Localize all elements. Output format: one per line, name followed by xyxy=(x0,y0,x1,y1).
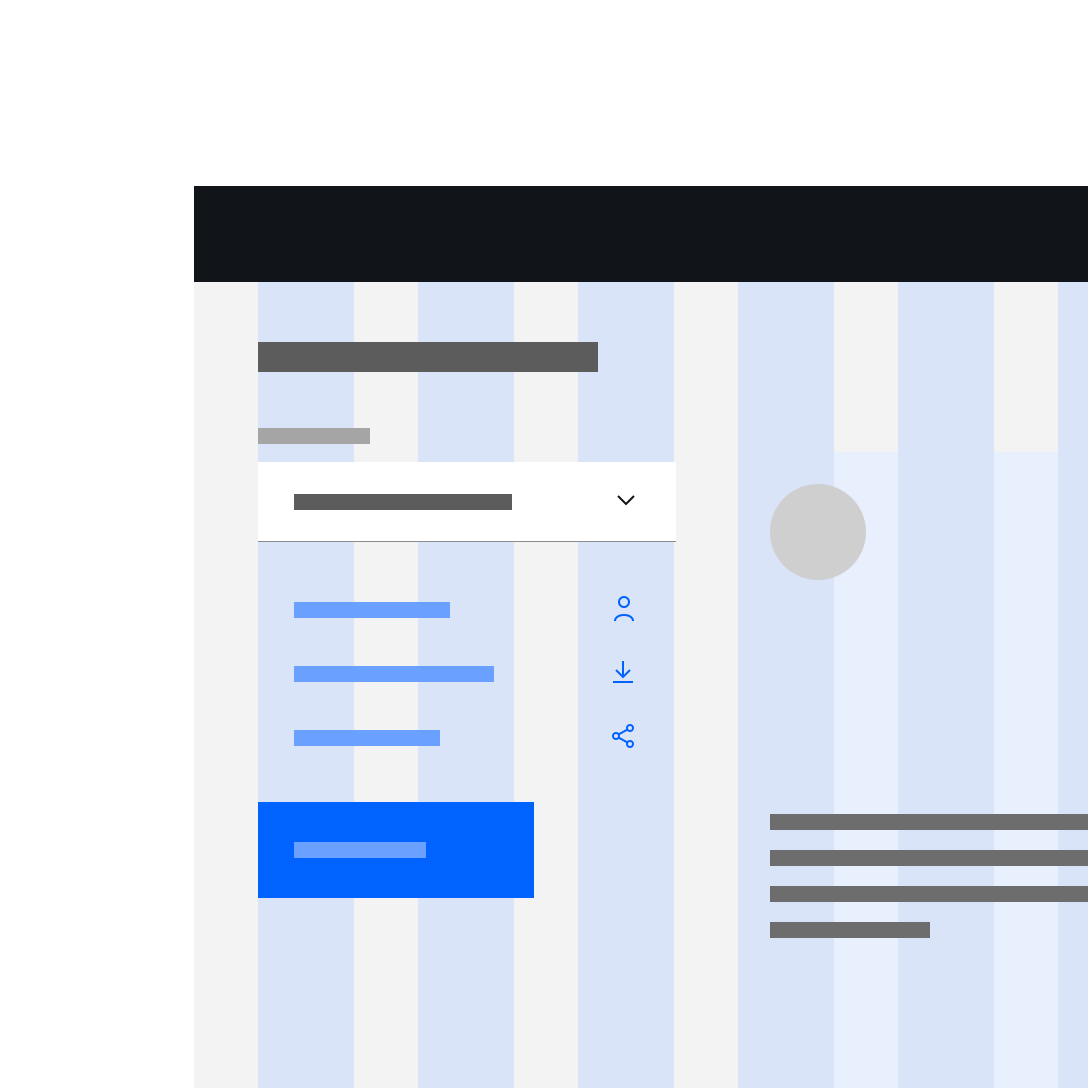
text-line xyxy=(770,850,1088,866)
dropdown-label xyxy=(258,428,370,444)
action-links-list xyxy=(258,578,676,770)
app-viewport xyxy=(194,186,1088,1088)
page-heading xyxy=(258,342,598,372)
primary-button-label xyxy=(294,842,426,858)
text-line xyxy=(770,814,1088,830)
chevron-down-icon xyxy=(616,493,636,511)
content-card xyxy=(740,452,1088,1088)
text-line xyxy=(770,886,1088,902)
left-panel xyxy=(258,326,676,898)
action-link-label xyxy=(294,666,494,682)
action-link-download[interactable] xyxy=(258,642,676,706)
download-icon xyxy=(610,659,636,690)
action-link-user[interactable] xyxy=(258,578,676,642)
text-line xyxy=(770,922,930,938)
primary-button[interactable] xyxy=(258,802,534,898)
dropdown-select[interactable] xyxy=(258,462,676,542)
action-link-label xyxy=(294,730,440,746)
user-icon xyxy=(612,594,636,627)
app-title xyxy=(194,186,195,187)
action-link-share[interactable] xyxy=(258,706,676,770)
dropdown-selected-value xyxy=(294,494,512,510)
card-body-text xyxy=(770,814,1088,958)
avatar xyxy=(770,484,866,580)
action-link-label xyxy=(294,602,450,618)
share-icon xyxy=(610,723,636,754)
top-header-bar xyxy=(194,186,1088,282)
